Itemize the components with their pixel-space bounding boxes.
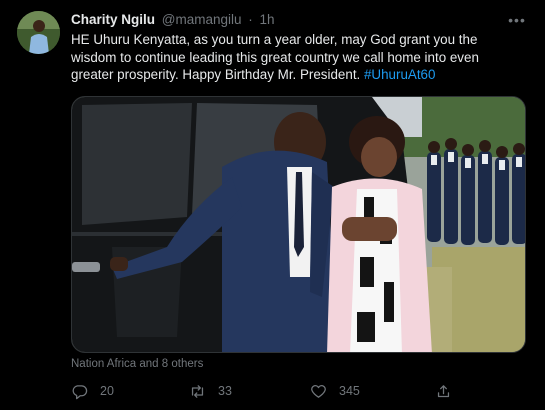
like-icon (311, 384, 326, 398)
like-count: 345 (339, 384, 360, 398)
tweet-text: HE Uhuru Kenyatta, as you turn a year ol… (71, 31, 511, 84)
more-icon[interactable]: ••• (506, 10, 528, 30)
tweet-card[interactable]: Charity Ngilu @mamangilu · 1h ••• HE Uhu… (0, 0, 545, 410)
tweet-time[interactable]: 1h (260, 12, 275, 27)
author-name[interactable]: Charity Ngilu (71, 12, 155, 27)
like-button[interactable]: 345 (310, 380, 360, 402)
action-bar: 20 33 345 (71, 380, 526, 402)
retweet-count: 33 (218, 384, 232, 398)
share-button[interactable] (435, 380, 452, 402)
separator: · (248, 12, 253, 27)
share-icon (437, 384, 450, 397)
avatar[interactable] (17, 11, 60, 54)
reply-icon (72, 384, 88, 399)
reply-count: 20 (100, 384, 114, 398)
author-handle[interactable]: @mamangilu (162, 12, 242, 27)
retweet-button[interactable]: 33 (189, 380, 232, 402)
reply-button[interactable]: 20 (71, 380, 114, 402)
media-tags[interactable]: Nation Africa and 8 others (71, 358, 203, 370)
retweet-icon (191, 384, 204, 398)
hashtag-link[interactable]: #UhuruAt60 (364, 67, 435, 82)
tweet-header: Charity Ngilu @mamangilu · 1h (71, 12, 275, 30)
tweet-photo[interactable] (71, 96, 526, 353)
